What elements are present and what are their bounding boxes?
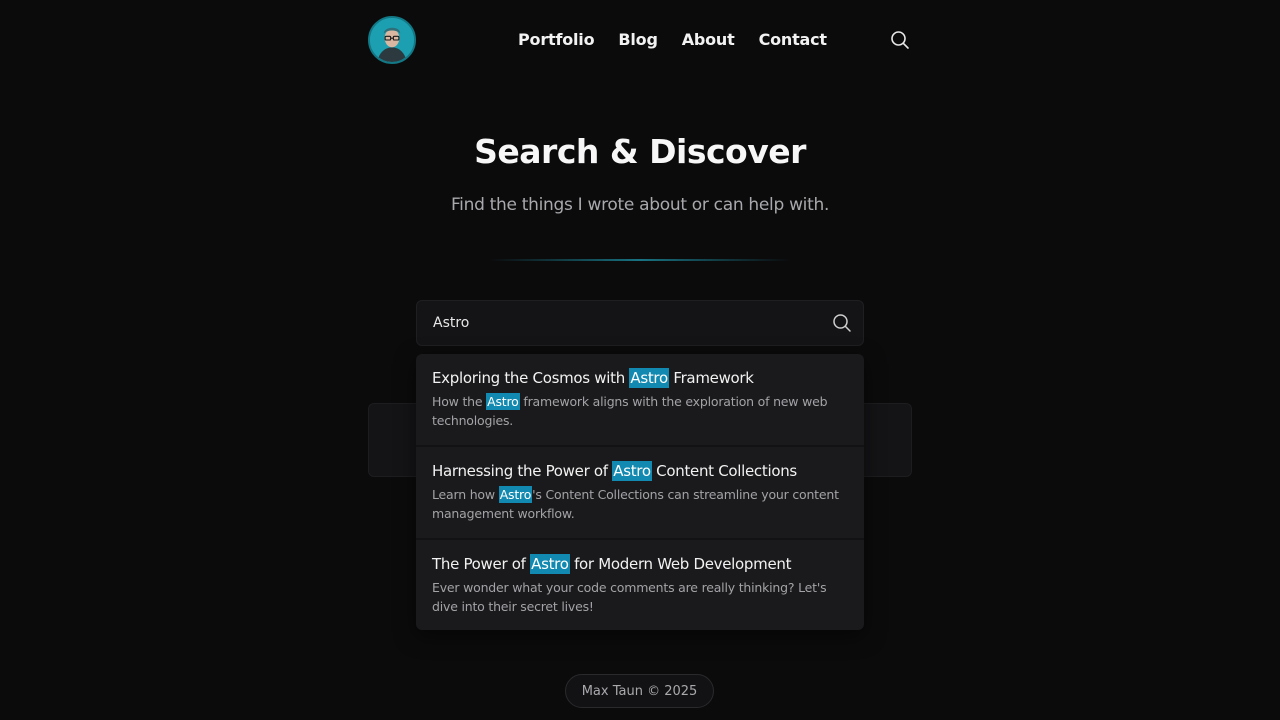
result-desc-highlight: Astro [498,486,533,503]
page-subtitle: Find the things I wrote about or can hel… [450,195,830,215]
avatar-portrait-icon [370,18,414,62]
result-title-highlight: Astro [612,461,652,481]
result-title-highlight: Astro [629,368,669,388]
search-box [416,300,864,346]
result-title: Exploring the Cosmos with Astro Framewor… [432,368,754,388]
hero-divider [490,259,790,261]
search-results: Exploring the Cosmos with Astro Framewor… [416,354,864,630]
nav-link-about[interactable]: About [682,28,735,52]
search-result-item[interactable]: Harnessing the Power of Astro Content Co… [416,447,864,540]
main-nav: Portfolio Blog About Contact [518,28,827,52]
nav-link-contact[interactable]: Contact [759,28,828,52]
search-result-item[interactable]: Exploring the Cosmos with Astro Framewor… [416,354,864,447]
result-title: The Power of Astro for Modern Web Develo… [432,554,792,574]
search-submit-button[interactable] [831,312,853,334]
search-icon [833,314,851,332]
result-description: How the Astro framework aligns with the … [432,393,828,428]
result-title: Harnessing the Power of Astro Content Co… [432,461,797,481]
site-header: Portfolio Blog About Contact [368,16,912,64]
nav-link-portfolio[interactable]: Portfolio [518,28,595,52]
result-description: Ever wonder what your code comments are … [432,580,827,614]
avatar[interactable] [368,16,416,64]
search-input[interactable] [417,301,817,345]
search-icon [891,31,909,49]
result-desc-highlight: Astro [486,393,520,410]
search-result-item[interactable]: The Power of Astro for Modern Web Develo… [416,540,864,630]
header-search-button[interactable] [888,28,912,52]
result-description: Learn how Astro's Content Collections ca… [432,486,839,521]
nav-link-blog[interactable]: Blog [618,28,658,52]
footer-copyright: Max Taun © 2025 [565,674,714,708]
page-title: Search & Discover [474,132,806,171]
result-title-highlight: Astro [530,554,570,574]
